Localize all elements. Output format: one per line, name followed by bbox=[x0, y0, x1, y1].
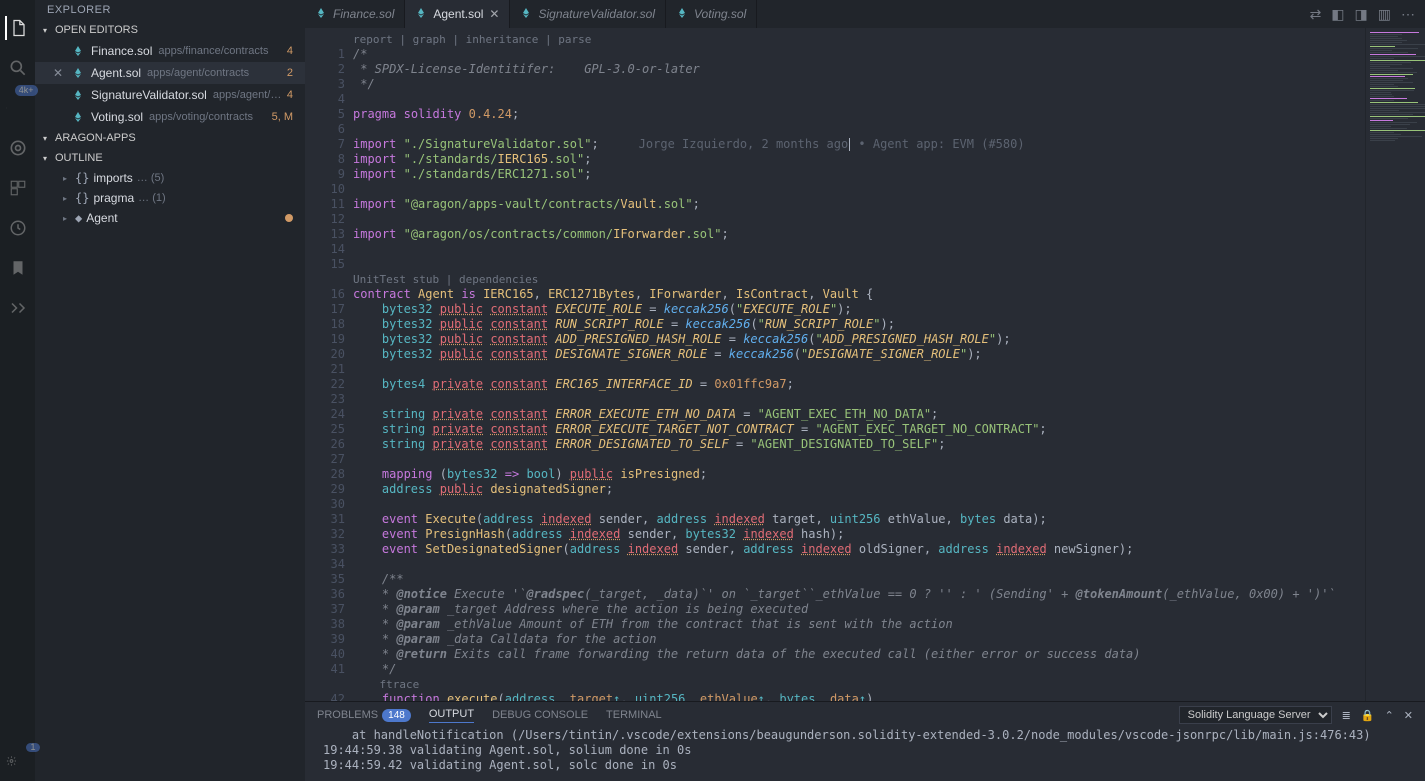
preview-icon[interactable]: ◧ bbox=[1331, 6, 1344, 23]
ethereum-icon bbox=[676, 7, 688, 22]
outline-section[interactable]: OUTLINE bbox=[35, 148, 305, 168]
more-icon[interactable]: ⋯ bbox=[1401, 6, 1415, 23]
file-badge: 5, M bbox=[272, 111, 293, 123]
tab-actions: ⇄ ◧ ◨ ▥ ⋯ bbox=[1300, 0, 1425, 28]
panel: PROBLEMS148 OUTPUT DEBUG CONSOLE TERMINA… bbox=[305, 701, 1425, 781]
open-editor-item[interactable]: ✕ Agent.sol apps/agent/contracts 2 bbox=[35, 62, 305, 84]
activity-bar: 4k+ 1 bbox=[0, 0, 35, 781]
clear-output-icon[interactable]: ≣ bbox=[1342, 709, 1351, 722]
outline-item[interactable]: ▸{}imports… (5) bbox=[35, 168, 305, 188]
ethereum-icon bbox=[71, 66, 85, 80]
open-editor-item[interactable]: Voting.sol apps/voting/contracts 5, M bbox=[35, 106, 305, 128]
file-path: apps/voting/contracts bbox=[149, 111, 268, 123]
search-icon[interactable] bbox=[6, 56, 30, 80]
tab-label: Voting.sol bbox=[694, 7, 746, 21]
tab-label: Agent.sol bbox=[433, 7, 483, 21]
file-name: Finance.sol bbox=[91, 44, 152, 58]
tab-label: Finance.sol bbox=[333, 7, 394, 21]
accounts-icon[interactable]: 4k+ bbox=[6, 96, 30, 120]
files-icon[interactable] bbox=[5, 16, 29, 40]
history-icon[interactable] bbox=[6, 216, 30, 240]
bookmark-icon[interactable] bbox=[6, 256, 30, 280]
settings-badge: 1 bbox=[26, 743, 39, 752]
modified-indicator bbox=[285, 214, 293, 222]
ethereum-icon bbox=[71, 110, 85, 124]
file-path: apps/agent/contracts bbox=[147, 67, 283, 79]
code-lens[interactable]: UnitTest stub | dependencies bbox=[353, 272, 1365, 287]
close-icon[interactable]: ✕ bbox=[489, 7, 499, 21]
settings-icon[interactable]: 1 bbox=[6, 749, 30, 773]
lock-scroll-icon[interactable]: 🔒 bbox=[1361, 709, 1375, 722]
tab-bar: Finance.sol Agent.sol ✕ SignatureValidator.… bbox=[305, 0, 1425, 28]
file-badge: 4 bbox=[287, 89, 293, 101]
compare-icon[interactable]: ⇄ bbox=[1310, 6, 1322, 23]
panel-up-icon[interactable]: ⌃ bbox=[1385, 709, 1394, 722]
output-channel-select[interactable]: Solidity Language Server bbox=[1179, 706, 1332, 724]
outline-item[interactable]: ▸{}pragma… (1) bbox=[35, 188, 305, 208]
code-lens[interactable]: ftrace bbox=[353, 677, 1365, 692]
target-icon[interactable] bbox=[6, 136, 30, 160]
open-editor-item[interactable]: SignatureValidator.sol apps/agent/cont… 4 bbox=[35, 84, 305, 106]
editor-tab[interactable]: Finance.sol bbox=[305, 0, 405, 28]
sidebar: EXPLORER OPEN EDITORS Finance.sol apps/fi… bbox=[35, 0, 305, 781]
outline-item[interactable]: ▸◆Agent bbox=[35, 208, 305, 228]
file-badge: 4 bbox=[287, 45, 293, 57]
file-name: Agent.sol bbox=[91, 66, 141, 80]
open-editors-section[interactable]: OPEN EDITORS bbox=[35, 20, 305, 40]
split-icon[interactable]: ▥ bbox=[1378, 6, 1391, 23]
close-icon[interactable]: ✕ bbox=[53, 66, 63, 80]
symbol-icon: ◆ bbox=[75, 211, 82, 225]
panel-tab-debug[interactable]: DEBUG CONSOLE bbox=[492, 709, 588, 721]
file-path: apps/agent/cont… bbox=[213, 89, 283, 101]
output-body[interactable]: at handleNotification (/Users/tintin/.vs… bbox=[305, 728, 1425, 781]
panel-close-icon[interactable]: ✕ bbox=[1404, 709, 1413, 722]
extensions-icon[interactable] bbox=[6, 176, 30, 200]
project-section[interactable]: ARAGON-APPS bbox=[35, 128, 305, 148]
code[interactable]: report | graph | inheritance | parse/* *… bbox=[353, 28, 1365, 701]
file-name: SignatureValidator.sol bbox=[91, 88, 207, 102]
panel-tab-terminal[interactable]: TERMINAL bbox=[606, 709, 662, 721]
editor-tab[interactable]: Voting.sol bbox=[666, 0, 757, 28]
panel-tab-problems[interactable]: PROBLEMS148 bbox=[317, 709, 411, 721]
ethereum-icon bbox=[315, 7, 327, 22]
minimap[interactable] bbox=[1365, 28, 1425, 701]
symbol-icon: {} bbox=[75, 171, 89, 185]
open-editor-item[interactable]: Finance.sol apps/finance/contracts 4 bbox=[35, 40, 305, 62]
gutter: 1234567891011121314151617181920212223242… bbox=[305, 28, 353, 701]
file-path: apps/finance/contracts bbox=[158, 45, 283, 57]
code-lens[interactable]: report | graph | inheritance | parse bbox=[353, 32, 1365, 47]
editor-area: Finance.sol Agent.sol ✕ SignatureValidator.… bbox=[305, 0, 1425, 781]
ethereum-icon bbox=[520, 7, 532, 22]
tab-label: SignatureValidator.sol bbox=[538, 7, 655, 21]
ethereum-icon bbox=[71, 44, 85, 58]
symbol-icon: {} bbox=[75, 191, 89, 205]
file-badge: 2 bbox=[287, 67, 293, 79]
ethereum-icon bbox=[415, 7, 427, 22]
panel-tab-output[interactable]: OUTPUT bbox=[429, 708, 474, 723]
diff-icon[interactable]: ◨ bbox=[1355, 6, 1368, 23]
editor-tab[interactable]: SignatureValidator.sol bbox=[510, 0, 666, 28]
explorer-title: EXPLORER bbox=[35, 0, 305, 20]
editor-tab[interactable]: Agent.sol ✕ bbox=[405, 0, 510, 28]
ethereum-icon bbox=[71, 88, 85, 102]
remote-icon[interactable] bbox=[6, 296, 30, 320]
file-name: Voting.sol bbox=[91, 110, 143, 124]
problems-badge: 148 bbox=[382, 709, 411, 722]
